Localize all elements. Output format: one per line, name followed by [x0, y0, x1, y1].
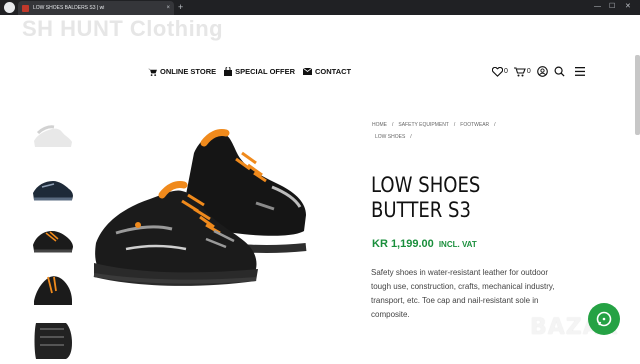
maximize-button[interactable]: ☐: [609, 1, 615, 13]
minimize-button[interactable]: —: [594, 1, 601, 13]
nav-special-offer[interactable]: SPECIAL OFFER: [224, 67, 295, 76]
cart-count: 0: [526, 68, 531, 75]
search-button[interactable]: [554, 66, 565, 77]
shoe-image: [34, 323, 72, 359]
main-nav: ONLINE STORE SPECIAL OFFER CONTACT: [148, 67, 351, 76]
tab-close-icon[interactable]: ×: [166, 5, 170, 11]
cart-icon: [148, 68, 157, 76]
breadcrumb-low-shoes[interactable]: LOW SHOES: [375, 134, 405, 140]
heart-icon: [492, 66, 503, 77]
nav-contact[interactable]: CONTACT: [303, 67, 351, 76]
thumbnail-3[interactable]: [32, 221, 74, 259]
browser-tab[interactable]: LOW SHOES BALDERS S3 | wi ×: [18, 1, 174, 15]
thumbnail-4[interactable]: [32, 271, 74, 309]
browser-menu-button[interactable]: [4, 2, 15, 13]
chat-icon: [596, 311, 612, 327]
thumbnail-5[interactable]: [32, 321, 74, 359]
nav-label: CONTACT: [315, 67, 352, 76]
product-title-line1: LOW SHOES: [371, 173, 481, 197]
nav-label: ONLINE STORE: [160, 67, 217, 76]
breadcrumb-safety-equipment[interactable]: SAFETY EQUIPMENT: [398, 122, 448, 128]
wishlist-count: 0: [504, 68, 508, 75]
search-icon: [554, 66, 565, 77]
close-window-button[interactable]: ✕: [625, 1, 631, 13]
breadcrumb-separator: /: [453, 122, 456, 128]
price-amount: KR 1,199.00: [372, 238, 434, 250]
tab-title: LOW SHOES BALDERS S3 | wi: [33, 5, 105, 11]
cart-button[interactable]: 0: [513, 66, 531, 77]
bag-icon: [224, 67, 233, 76]
nav-label: SPECIAL OFFER: [235, 67, 295, 76]
menu-button[interactable]: [574, 67, 585, 76]
thumbnail-1[interactable]: [32, 119, 74, 157]
shoe-image: [33, 231, 73, 253]
product-main-image[interactable]: [86, 113, 326, 299]
shoe-image: [34, 276, 72, 305]
envelope-icon: [303, 68, 312, 75]
shoe-image: [33, 181, 73, 201]
breadcrumb-home[interactable]: HOME: [372, 122, 387, 128]
breadcrumb: HOME / SAFETY EQUIPMENT / FOOTWEAR / LOW SHOES…: [372, 119, 572, 143]
cart-icon: [513, 66, 526, 76]
page: SH HUNT Clothing ONLINE STORE SPECIAL OF…: [0, 15, 640, 360]
breadcrumb-separator: /: [494, 122, 496, 128]
user-icon: [536, 66, 548, 77]
page-scrollbar[interactable]: [635, 55, 640, 135]
product-price: KR 1,199.00 INCL. VAT: [372, 238, 477, 250]
breadcrumb-separator: /: [410, 134, 412, 140]
shoe-image: [93, 129, 307, 286]
hamburger-icon: [574, 67, 585, 76]
favicon-icon: [22, 4, 29, 12]
shoe-image: [34, 125, 72, 147]
wishlist-button[interactable]: 0: [492, 66, 508, 77]
product-title-line2: BUTTER S3: [371, 198, 472, 222]
thumbnail-2[interactable]: [32, 171, 74, 209]
brand-logo[interactable]: SH HUNT Clothing: [22, 16, 223, 42]
header-icons: 0 0: [492, 66, 585, 77]
browser-chrome: LOW SHOES BALDERS S3 | wi × + — ☐ ✕: [0, 0, 640, 15]
price-vat-label: INCL. VAT: [438, 240, 477, 249]
nav-online-store[interactable]: ONLINE STORE: [148, 67, 216, 76]
product-title: LOW SHOES BUTTER S3: [371, 173, 569, 223]
breadcrumb-footwear[interactable]: FOOTWEAR: [460, 122, 489, 128]
chat-button[interactable]: [588, 303, 620, 335]
account-button[interactable]: [536, 66, 548, 77]
product-description: Safety shoes in water-resistant leather …: [371, 268, 555, 319]
breadcrumb-separator: /: [392, 122, 394, 128]
new-tab-button[interactable]: +: [178, 1, 183, 13]
